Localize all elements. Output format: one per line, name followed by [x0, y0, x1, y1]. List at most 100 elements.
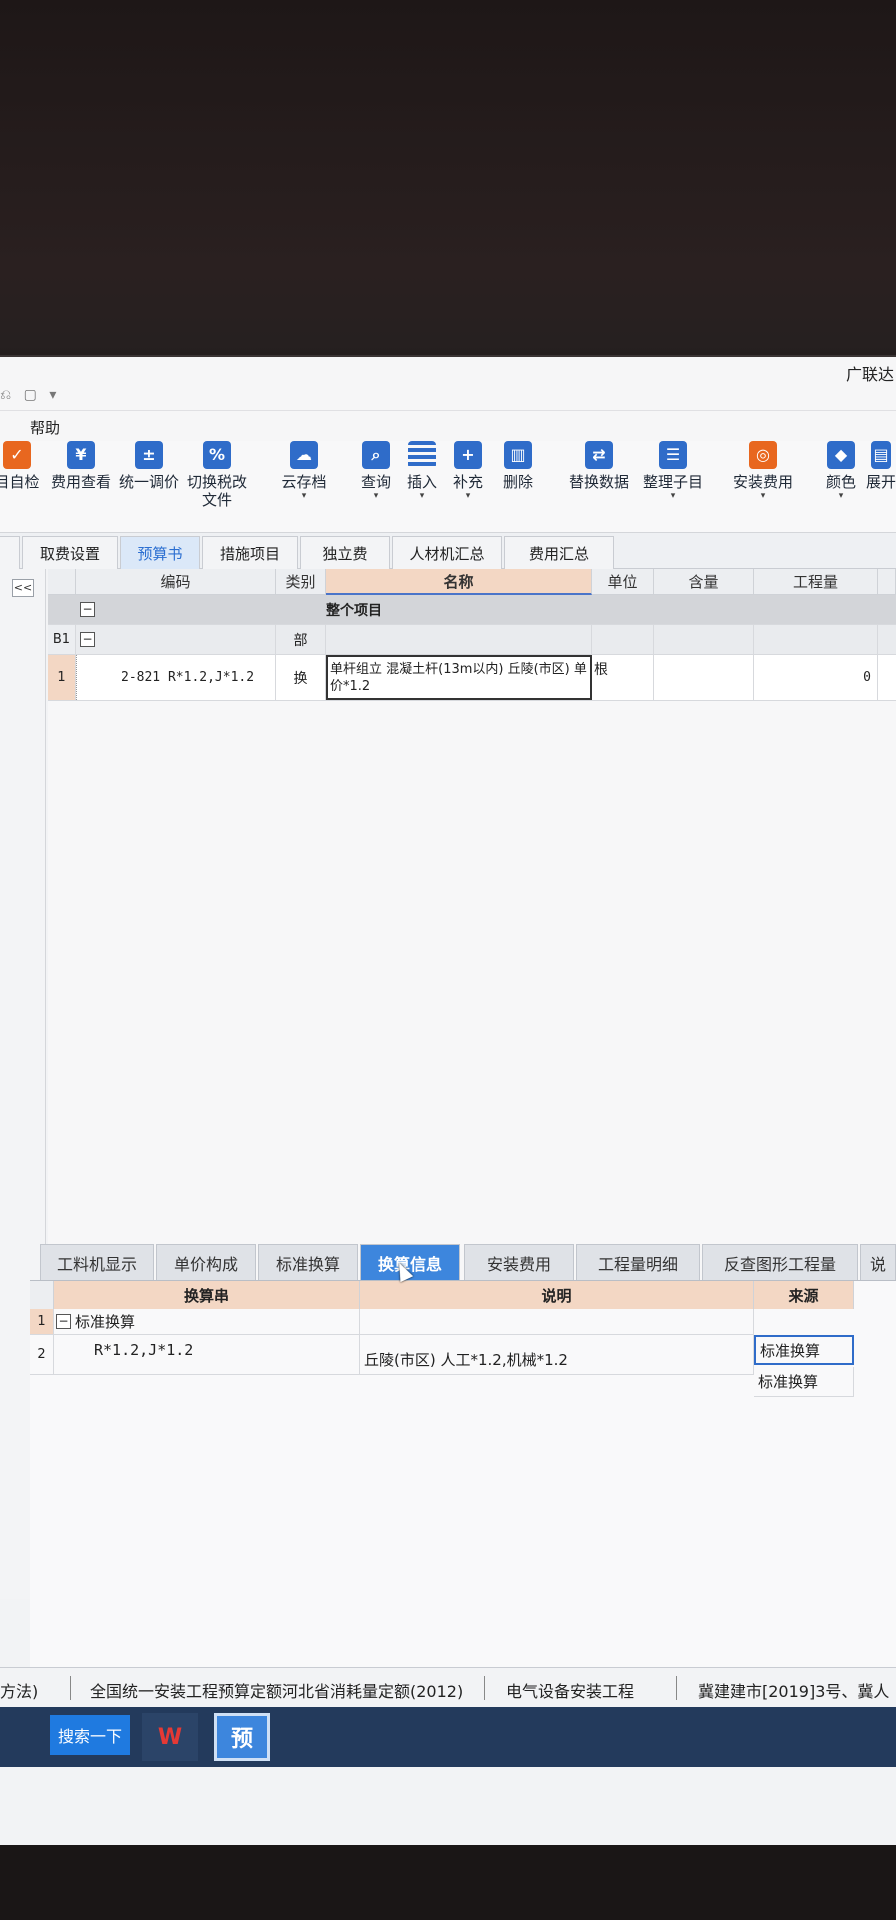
tab-budget[interactable]: 预算书 — [120, 536, 200, 569]
tab-standard-conversion[interactable]: 标准换算 — [258, 1244, 358, 1280]
cloud-icon: ☁ — [290, 441, 318, 469]
expand-button[interactable]: ▤ 展开 — [866, 441, 896, 491]
self-check-button[interactable]: ✓ 目自检 — [0, 441, 40, 491]
chevron-down-icon: ▾ — [301, 491, 307, 501]
monitor-bezel — [0, 1845, 896, 1920]
grid-corner — [48, 569, 76, 595]
tax-switch-button[interactable]: % 切换税改 文件 — [184, 441, 250, 509]
tab-fee-settings[interactable]: 取费设置 — [22, 536, 118, 569]
tab-more[interactable]: 说 — [860, 1244, 896, 1280]
replace-icon: ⇄ — [585, 441, 613, 469]
group-row[interactable]: − 整个项目 — [48, 595, 896, 625]
collapse-button[interactable]: << — [12, 579, 34, 597]
replace-data-button[interactable]: ⇄ 替换数据 — [564, 441, 634, 491]
header-code[interactable]: 编码 — [76, 569, 276, 595]
header-conversion-string[interactable]: 换算串 — [54, 1281, 360, 1309]
menu-help[interactable]: 帮助 — [30, 417, 60, 438]
tab-quantity-detail[interactable]: 工程量明细 — [576, 1244, 700, 1280]
budget-app-icon[interactable]: 预 — [214, 1713, 270, 1761]
header-more — [878, 569, 896, 595]
tab-measures[interactable]: 措施项目 — [202, 536, 298, 569]
status-regulation: 冀建建市[2019]3号、冀人 — [698, 1682, 890, 1701]
delete-button[interactable]: ▥ 删除 — [494, 441, 542, 491]
item-name[interactable]: 单杆组立 混凝土杆(13m以内) 丘陵(市区) 单价*1.2 — [326, 655, 592, 700]
wps-app-icon[interactable]: W — [142, 1713, 198, 1761]
menu-bar: 帮助 — [0, 411, 896, 441]
tab-unit-price[interactable]: 单价构成 — [156, 1244, 256, 1280]
cost-icon: ¥ — [67, 441, 95, 469]
search-button[interactable]: 搜索一下 — [50, 1715, 130, 1755]
color-button[interactable]: ◆ 颜色 ▾ — [818, 441, 864, 501]
item-unit[interactable]: 根 — [592, 655, 654, 700]
delete-icon: ▥ — [504, 441, 532, 469]
color-icon: ◆ — [827, 441, 855, 469]
install-fee-icon: ◎ — [749, 441, 777, 469]
cost-view-button[interactable]: ¥ 费用查看 — [48, 441, 114, 491]
collapse-toggle-icon[interactable]: − — [80, 632, 95, 647]
conversion-description[interactable] — [360, 1309, 754, 1335]
header-unit[interactable]: 单位 — [592, 569, 654, 595]
module-tabs: 取费设置 预算书 措施项目 独立费 人材机汇总 费用汇总 — [0, 533, 896, 569]
row-number: 1 — [30, 1309, 54, 1335]
tab-prev[interactable] — [0, 536, 20, 569]
title-bar: ⎌ ▢ ▾ 广联达 — [0, 357, 896, 411]
header-source[interactable]: 来源 — [754, 1281, 854, 1309]
table-row[interactable]: 1 2-821 R*1.2,J*1.2 换 单杆组立 混凝土杆(13m以内) 丘… — [48, 655, 896, 701]
tab-install-fee[interactable]: 安装费用 — [464, 1244, 574, 1280]
organize-icon: ☰ — [659, 441, 687, 469]
tab-material-display[interactable]: 工料机显示 — [40, 1244, 154, 1280]
price-adjust-icon: ± — [135, 441, 163, 469]
tab-labor-material-summary[interactable]: 人材机汇总 — [392, 536, 502, 569]
status-bar: 方法) 全国统一安装工程预算定额河北省消耗量定额(2012) 电气设备安装工程 … — [0, 1667, 896, 1707]
check-icon: ✓ — [3, 441, 31, 469]
detail-tabs: 工料机显示 单价构成 标准换算 换算信息 安装费用 工程量明细 反查图形工程量 … — [30, 1244, 896, 1280]
item-content[interactable] — [654, 655, 754, 700]
status-quota: 全国统一安装工程预算定额河北省消耗量定额(2012) — [90, 1682, 464, 1701]
conversion-source[interactable]: 标准换算 — [754, 1367, 854, 1397]
price-adjust-button[interactable]: ± 统一调价 — [116, 441, 182, 491]
expand-icon: ▤ — [871, 441, 891, 469]
tab-independent-fee[interactable]: 独立费 — [300, 536, 390, 569]
item-code[interactable]: 2-821 R*1.2,J*1.2 — [76, 655, 276, 700]
header-description[interactable]: 说明 — [360, 1281, 754, 1309]
grid-corner — [30, 1281, 54, 1309]
header-quantity[interactable]: 工程量 — [754, 569, 878, 595]
collapse-toggle-icon[interactable]: − — [80, 602, 95, 617]
conversion-string[interactable]: − 标准换算 — [54, 1309, 360, 1335]
chevron-down-icon: ▾ — [760, 491, 766, 501]
quick-access-toolbar[interactable]: ⎌ ▢ ▾ — [0, 387, 60, 403]
row-number: 1 — [48, 655, 76, 700]
taskbar: 搜索一下 W 预 — [0, 1707, 896, 1767]
supplement-button[interactable]: + 补充 ▾ — [446, 441, 490, 501]
conversion-description[interactable]: 丘陵(市区) 人工*1.2,机械*1.2 — [360, 1335, 754, 1375]
item-quantity[interactable]: 0 — [754, 655, 878, 700]
conversion-string[interactable]: R*1.2,J*1.2 — [54, 1335, 360, 1375]
organize-items-button[interactable]: ☰ 整理子目 ▾ — [638, 441, 708, 501]
chevron-down-icon: ▾ — [838, 491, 844, 501]
ribbon-toolbar: ✓ 目自检 ¥ 费用查看 ± 统一调价 % 切换税改 文件 ☁ 云存档 ▾ ⌕ … — [0, 441, 896, 533]
header-name[interactable]: 名称 — [326, 569, 592, 595]
status-method: 方法) — [0, 1682, 39, 1701]
install-fee-button[interactable]: ◎ 安装费用 ▾ — [726, 441, 800, 501]
supplement-icon: + — [454, 441, 482, 469]
query-button[interactable]: ⌕ 查询 ▾ — [354, 441, 398, 501]
status-project-type: 电气设备安装工程 — [506, 1682, 635, 1701]
conversion-info-grid: 换算串 说明 来源 1 − 标准换算 标准换算 2 R*1.2,J*1.2 丘陵… — [30, 1280, 896, 1670]
query-icon: ⌕ — [362, 441, 390, 469]
conversion-source[interactable]: 标准换算 — [754, 1335, 854, 1365]
insert-icon — [408, 441, 436, 469]
screen: ⎌ ▢ ▾ 广联达 帮助 ✓ 目自检 ¥ 费用查看 ± 统一调价 % 切换税改 … — [0, 355, 896, 1845]
tab-graphic-quantity[interactable]: 反查图形工程量 — [702, 1244, 858, 1280]
insert-button[interactable]: 插入 ▾ — [400, 441, 444, 501]
row-number: B1 — [48, 625, 76, 654]
header-type[interactable]: 类别 — [276, 569, 326, 595]
chevron-down-icon: ▾ — [373, 491, 379, 501]
cloud-archive-button[interactable]: ☁ 云存档 ▾ — [274, 441, 334, 501]
collapse-toggle-icon[interactable]: − — [56, 1314, 71, 1329]
tab-cost-summary[interactable]: 费用汇总 — [504, 536, 614, 569]
app-title: 广联达 — [845, 365, 894, 384]
group-name: 整个项目 — [326, 602, 382, 619]
header-content[interactable]: 含量 — [654, 569, 754, 595]
item-type: 换 — [276, 655, 326, 700]
section-row[interactable]: B1 − 部 — [48, 625, 896, 655]
